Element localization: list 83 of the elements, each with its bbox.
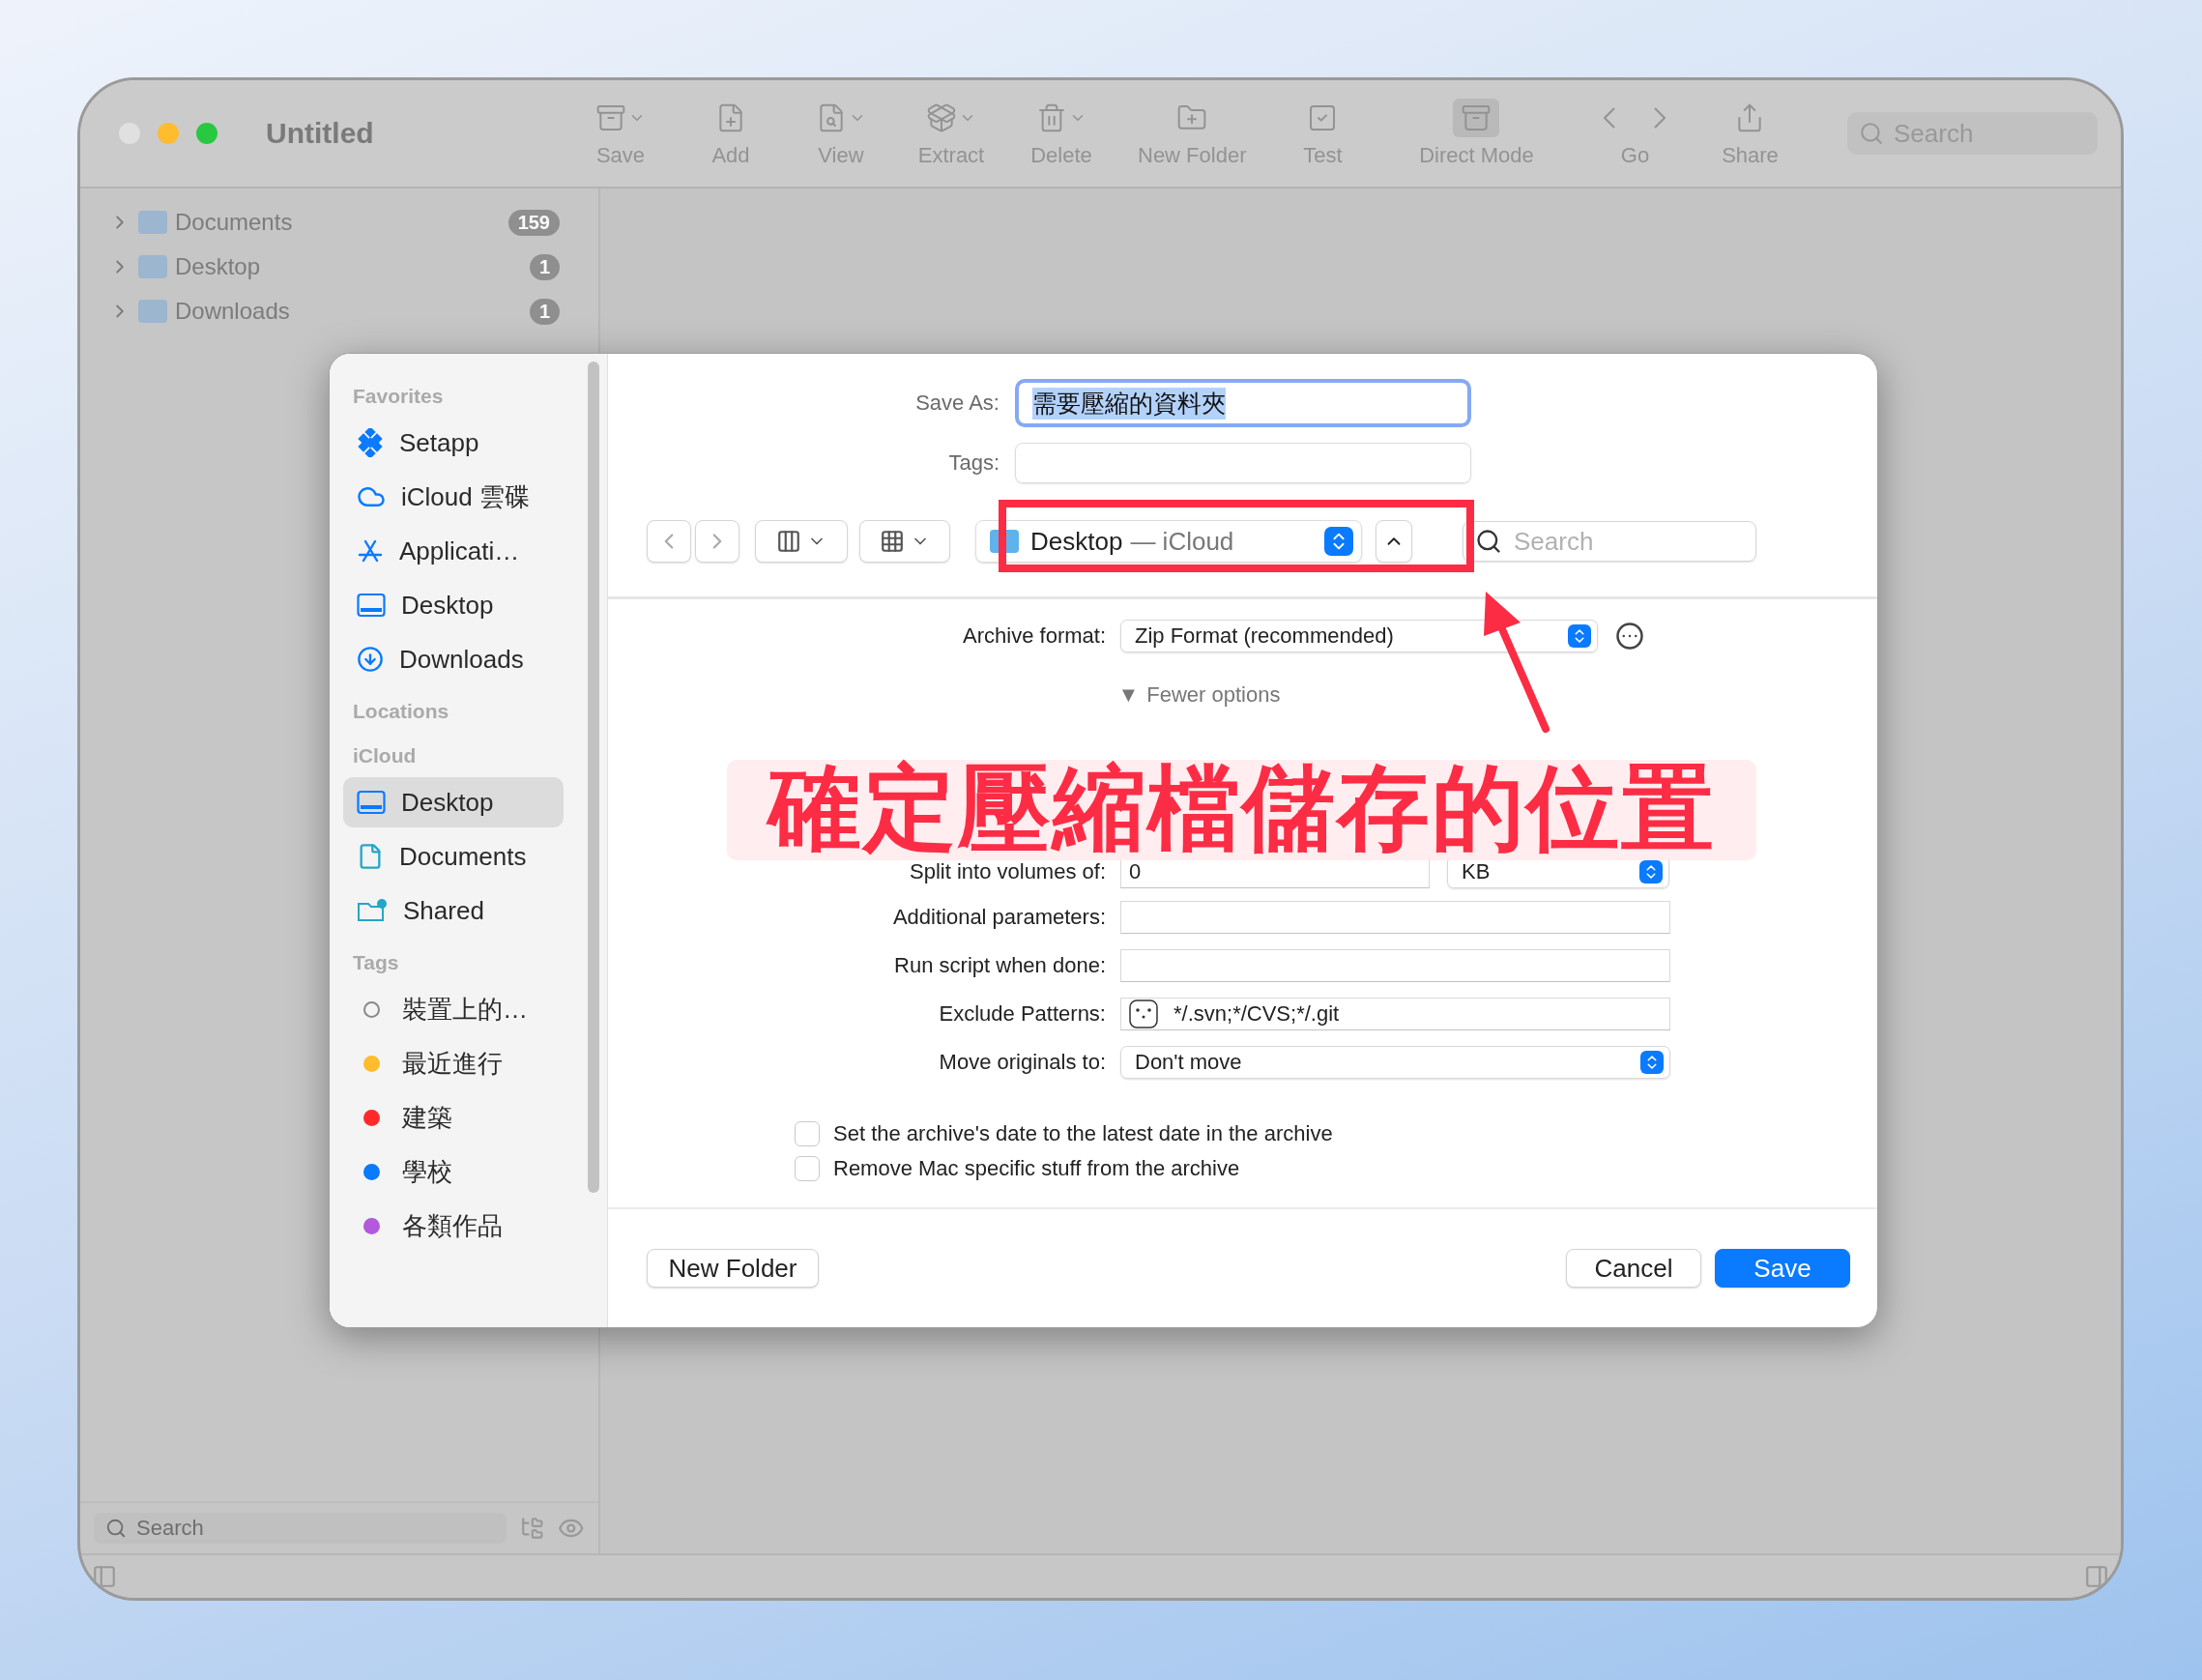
expand-button[interactable] (1376, 520, 1412, 563)
forward-button[interactable] (695, 520, 739, 563)
sidebar-item[interactable]: Downloads (343, 634, 564, 684)
sidebar-item[interactable]: iCloud 雲碟 (343, 472, 564, 522)
input-field[interactable] (1120, 949, 1670, 982)
field-label: Save As: (914, 391, 1000, 416)
sidebar-item[interactable]: 各類作品 (343, 1201, 564, 1251)
group-button[interactable] (859, 520, 950, 563)
minimize-button[interactable] (158, 123, 179, 144)
move-popup[interactable]: Don't move (1120, 1046, 1670, 1079)
delete-icon (1036, 102, 1067, 133)
stepper-icon (1568, 624, 1591, 648)
diamonds-icon (357, 428, 384, 457)
name-field[interactable]: 需要壓縮的資料夾 (1015, 379, 1471, 427)
folder-icon (138, 300, 167, 323)
pattern-icon[interactable] (1129, 999, 1158, 1028)
folder-icon (138, 255, 167, 278)
count-badge: 159 (507, 209, 560, 236)
field-label: Move originals to: (939, 1050, 1106, 1075)
field-label: Exclude Patterns: (939, 1001, 1106, 1027)
sidebar-item[interactable]: Desktop (343, 777, 564, 827)
shared-folder-icon (357, 898, 388, 923)
checkbox-label: Set the archive's date to the latest date in the archive (833, 1121, 1333, 1146)
disclosure-button[interactable]: ▼ Fewer options (1117, 682, 1281, 708)
count-badge: 1 (529, 298, 560, 325)
sidebar-item[interactable]: Desktop (343, 580, 564, 630)
more-button[interactable] (1615, 622, 1644, 651)
count-badge: 1 (529, 253, 560, 280)
cancel-button[interactable]: Cancel (1566, 1249, 1701, 1288)
search-icon (1475, 528, 1502, 555)
checkbox-label: Remove Mac specific stuff from the archive (833, 1156, 1240, 1181)
field-label: Run script when done: (894, 953, 1106, 978)
back-button[interactable] (647, 520, 691, 563)
window-title: Untitled (266, 117, 375, 150)
sidebar-item[interactable]: Documents (343, 831, 564, 882)
tree-icon[interactable] (519, 1516, 545, 1541)
field-label: Split into volumes of: (910, 859, 1106, 884)
tags-field[interactable] (1015, 443, 1471, 483)
stepper-icon (1640, 1051, 1664, 1074)
scrollbar[interactable] (588, 362, 599, 1193)
sidebar-item[interactable]: 裝置上的… (343, 984, 564, 1034)
new-folder-button[interactable]: New Folder (647, 1249, 819, 1288)
sidebar-item[interactable]: 建築 (343, 1092, 564, 1143)
checkbox[interactable] (795, 1156, 820, 1181)
checkbox[interactable] (795, 1121, 820, 1146)
section-title: Favorites (352, 384, 445, 409)
search-icon (105, 1518, 127, 1539)
panel-toggle-icon[interactable] (2084, 1564, 2109, 1589)
extract-icon (926, 102, 957, 133)
location-popup[interactable]: Desktop — iCloud (975, 520, 1362, 563)
archive-icon (595, 102, 626, 133)
sidebar-item[interactable]: Setapp (343, 418, 564, 468)
app-store-icon (357, 537, 384, 565)
sidebar-item[interactable]: 最近進行 (343, 1038, 564, 1088)
back-icon (1604, 107, 1616, 129)
stepper-icon (1639, 860, 1663, 883)
field-label: Tags: (947, 450, 1000, 476)
desktop-icon (357, 593, 386, 618)
annotation-caption: 確定壓縮檔儲存的位置 (727, 760, 1756, 860)
section-title: Locations (352, 699, 450, 724)
sidebar-item[interactable]: Applicati… (343, 526, 564, 576)
folder-icon (138, 211, 167, 234)
input-field[interactable] (1120, 901, 1670, 934)
desktop-icon (357, 790, 386, 815)
zoom-button[interactable] (196, 123, 217, 144)
ellipsis-icon (1615, 622, 1644, 651)
section-title: Tags (352, 950, 400, 975)
forward-icon (1654, 107, 1666, 129)
search-icon (1859, 121, 1884, 146)
field-label: Archive format: (963, 623, 1106, 649)
sidebar-item[interactable]: 學校 (343, 1146, 564, 1197)
panel-toggle-icon[interactable] (92, 1564, 117, 1589)
sidebar-item[interactable]: Shared (343, 885, 564, 936)
view-mode-button[interactable] (755, 520, 848, 563)
section-title: iCloud (352, 743, 418, 768)
columns-icon (776, 529, 801, 554)
grid-icon (880, 529, 905, 554)
patterns-field[interactable]: */.svn;*/CVS;*/.git (1120, 998, 1670, 1030)
download-icon (357, 646, 384, 673)
stepper-icon (1324, 527, 1353, 556)
direct-icon (1461, 102, 1492, 133)
save-button[interactable]: Save (1715, 1249, 1850, 1288)
field-label: Additional parameters: (892, 905, 1106, 930)
